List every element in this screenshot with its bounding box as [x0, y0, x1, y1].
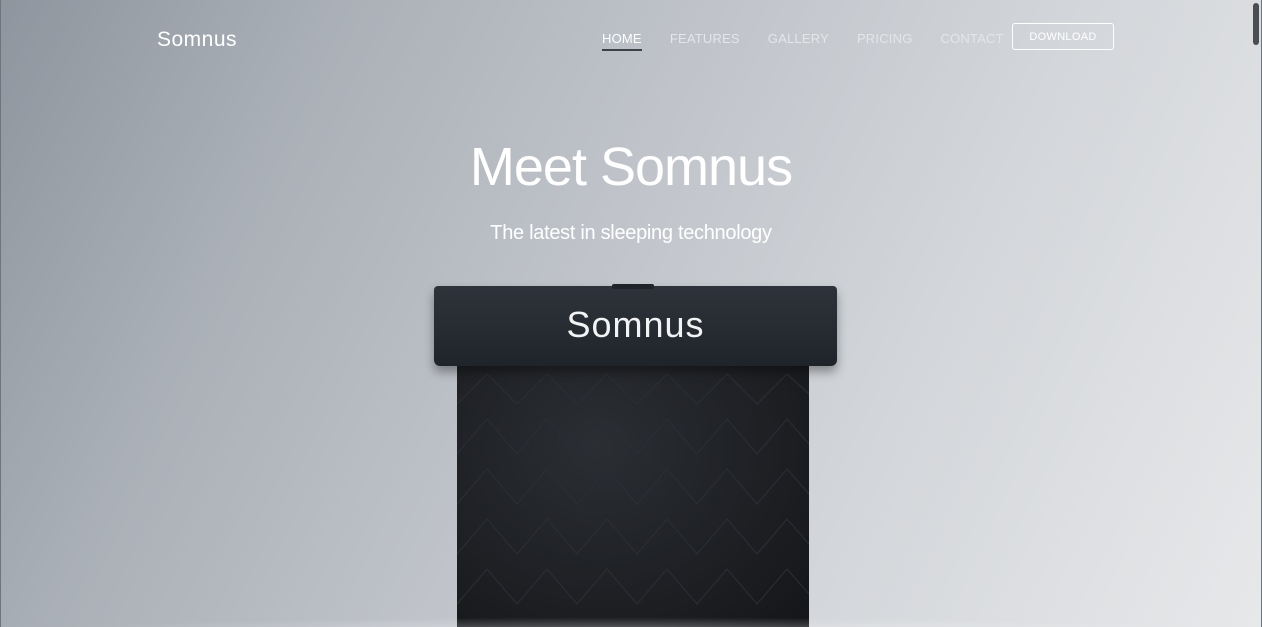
scrollbar-thumb[interactable] [1253, 3, 1259, 45]
navbar: Somnus HOME FEATURES GALLERY PRICING CON… [0, 0, 1262, 80]
nav-item-pricing[interactable]: PRICING [857, 31, 913, 51]
nav-item-gallery[interactable]: GALLERY [768, 31, 829, 51]
nav-item-home[interactable]: HOME [602, 31, 642, 51]
scrollbar[interactable] [1251, 0, 1261, 627]
device-logo: Somnus [566, 304, 705, 345]
device-texture [457, 373, 809, 605]
device-body [457, 364, 809, 627]
hero-subtitle: The latest in sleeping technology [490, 222, 772, 244]
nav-links: HOME FEATURES GALLERY PRICING CONTACT [602, 31, 1032, 51]
page: Somnus HOME FEATURES GALLERY PRICING CON… [0, 0, 1262, 627]
nav-item-contact[interactable]: CONTACT [941, 31, 1004, 51]
product-image: Somnus [434, 284, 838, 627]
nav-item-features[interactable]: FEATURES [670, 31, 740, 51]
device-cap-notch [612, 284, 654, 289]
brand-logo[interactable]: Somnus [157, 28, 237, 52]
hero-title: Meet Somnus [469, 137, 793, 197]
download-button[interactable]: DOWNLOAD [1012, 23, 1114, 50]
device-cap: Somnus [434, 284, 837, 366]
